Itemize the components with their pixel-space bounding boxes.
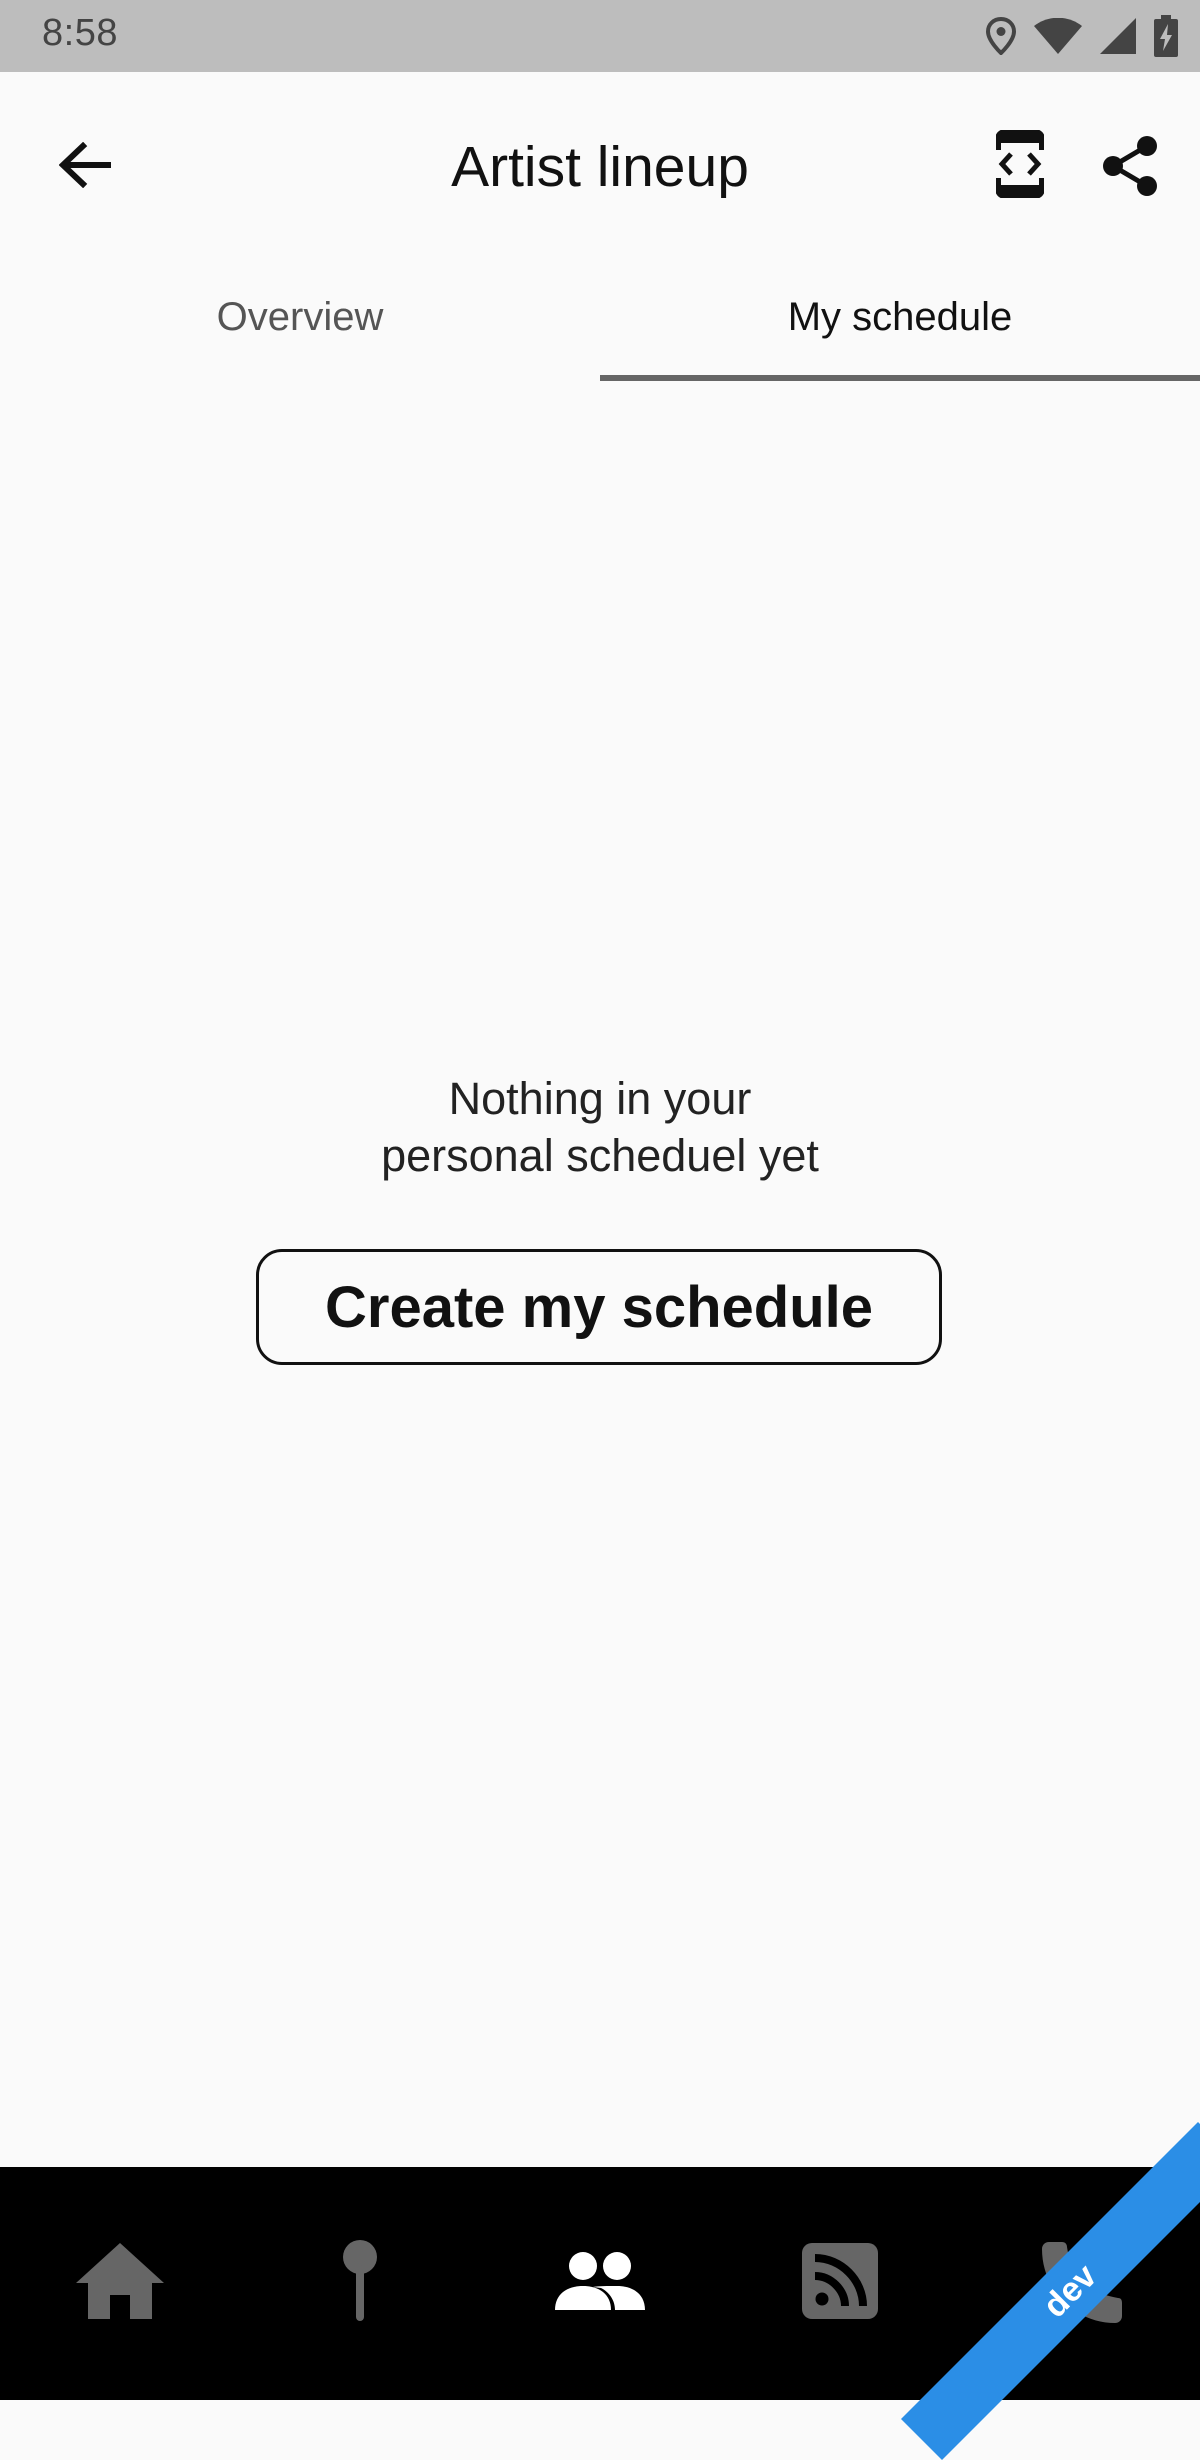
- signal-icon: [1100, 18, 1136, 54]
- code-view-button[interactable]: [975, 116, 1065, 216]
- empty-state-line-1: Nothing in your: [448, 1073, 752, 1124]
- tab-indicator: [600, 375, 1200, 381]
- pin-icon: [340, 2239, 380, 2328]
- nav-item-map[interactable]: [240, 2167, 480, 2400]
- arrow-back-icon: [58, 141, 112, 193]
- tab-bar: Overview My schedule: [0, 252, 1200, 382]
- back-button[interactable]: [42, 124, 128, 210]
- empty-state-line-2: personal scheduel yet: [381, 1130, 819, 1181]
- status-bar: 8:58: [0, 0, 1200, 72]
- battery-charging-icon: [1154, 15, 1178, 57]
- status-icons: [986, 14, 1178, 58]
- rss-feed-icon: [802, 2243, 878, 2324]
- nav-item-feed[interactable]: [720, 2167, 960, 2400]
- create-schedule-button[interactable]: Create my schedule: [256, 1249, 942, 1365]
- code-brackets-icon: [994, 128, 1046, 203]
- location-icon: [986, 17, 1016, 55]
- share-button[interactable]: [1085, 120, 1175, 216]
- people-icon: [553, 2250, 647, 2317]
- page-title: Artist lineup: [451, 135, 749, 199]
- home-icon: [74, 2241, 166, 2326]
- app-bar: Artist lineup: [0, 72, 1200, 242]
- status-time: 8:58: [42, 12, 118, 54]
- tab-my-schedule[interactable]: My schedule: [600, 252, 1200, 382]
- empty-state-message: Nothing in your personal scheduel yet: [300, 1070, 900, 1184]
- wifi-icon: [1034, 18, 1082, 54]
- share-icon: [1101, 135, 1159, 202]
- tab-overview[interactable]: Overview: [0, 252, 600, 382]
- nav-item-lineup[interactable]: [480, 2167, 720, 2400]
- nav-item-home[interactable]: [0, 2167, 240, 2400]
